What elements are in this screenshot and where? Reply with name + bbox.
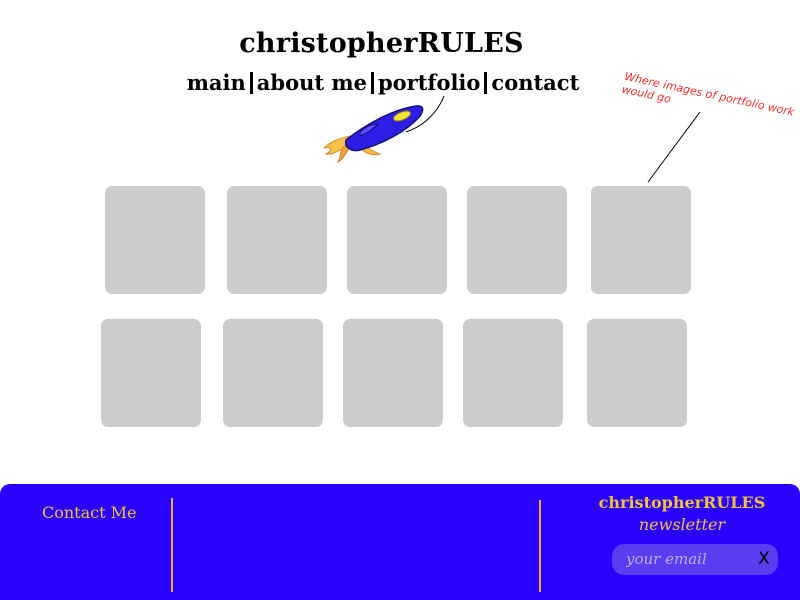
portfolio-thumbnail[interactable] <box>223 319 323 427</box>
nav-link-portfolio[interactable]: portfolio <box>378 70 480 95</box>
close-button[interactable]: X <box>756 548 772 570</box>
nav-link-main[interactable]: main <box>187 70 246 95</box>
footer: Contact Me christopherRULES newsletter X <box>0 484 800 600</box>
portfolio-thumbnail[interactable] <box>591 186 691 294</box>
nav-separator <box>370 72 374 94</box>
portfolio-thumbnail[interactable] <box>105 186 205 294</box>
newsletter-title: christopherRULES <box>598 493 766 512</box>
annotation-pointer-line <box>647 111 701 183</box>
contact-me-link[interactable]: Contact Me <box>42 503 136 522</box>
newsletter-email-input[interactable] <box>626 549 746 569</box>
nav-link-contact[interactable]: contact <box>491 70 579 95</box>
portfolio-thumbnail[interactable] <box>587 319 687 427</box>
portfolio-thumbnail[interactable] <box>347 186 447 294</box>
nav-separator <box>249 72 253 94</box>
nav-link-about-me[interactable]: about me <box>257 70 367 95</box>
portfolio-thumbnail[interactable] <box>227 186 327 294</box>
newsletter-subtitle: newsletter <box>638 515 726 534</box>
portfolio-thumbnail[interactable] <box>101 319 201 427</box>
site-title: christopherRULES <box>239 28 524 59</box>
portfolio-thumbnail[interactable] <box>463 319 563 427</box>
newsletter-email-box: X <box>612 544 778 575</box>
footer-divider <box>171 498 173 592</box>
rocket-icon <box>323 96 445 164</box>
portfolio-thumbnail[interactable] <box>343 319 443 427</box>
page: christopherRULES main about me portfolio co… <box>0 0 800 600</box>
portfolio-thumbnail[interactable] <box>467 186 567 294</box>
footer-divider <box>539 500 541 592</box>
nav-separator <box>484 72 488 94</box>
